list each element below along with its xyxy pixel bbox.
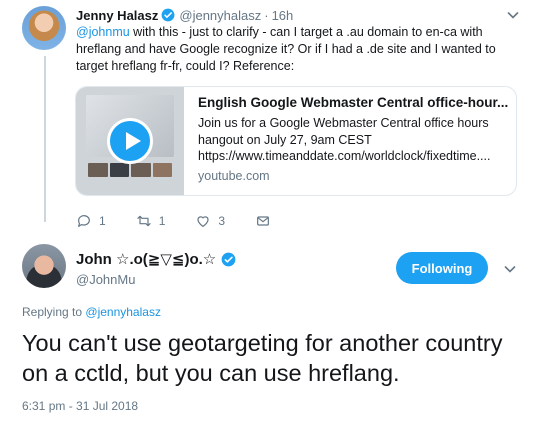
following-button[interactable]: Following bbox=[396, 252, 488, 284]
card-description: Join us for a Google Webmaster Central o… bbox=[198, 115, 510, 165]
retweet-count: 1 bbox=[158, 214, 166, 228]
chevron-down-icon[interactable] bbox=[503, 262, 517, 276]
thread-line bbox=[44, 56, 46, 222]
author-handle[interactable]: @JohnMu bbox=[76, 272, 135, 287]
direct-message-button[interactable] bbox=[255, 213, 278, 229]
tweet-body: with this - just to clarify - can I targ… bbox=[76, 25, 496, 73]
retweet-button[interactable]: 1 bbox=[136, 213, 166, 229]
tweet-timestamp[interactable]: 6:31 pm - 31 Jul 2018 bbox=[22, 399, 138, 413]
like-count: 3 bbox=[218, 214, 226, 228]
author-handle[interactable]: @jennyhalasz bbox=[179, 8, 261, 23]
video-thumbnail[interactable] bbox=[76, 87, 184, 195]
mention-link[interactable]: @johnmu bbox=[76, 25, 130, 39]
parent-tweet-header: Jenny Halasz @jennyhalasz · 16h bbox=[76, 6, 293, 24]
tweet-time[interactable]: 16h bbox=[272, 8, 294, 23]
author-name[interactable]: John ☆.o(≧▽≦)o.☆ bbox=[76, 250, 216, 268]
replying-to-prefix: Replying to bbox=[22, 305, 83, 319]
chevron-down-icon[interactable] bbox=[506, 8, 520, 22]
avatar[interactable] bbox=[22, 6, 66, 50]
avatar[interactable] bbox=[22, 244, 66, 288]
reply-button[interactable]: 1 bbox=[76, 213, 106, 229]
separator-dot: · bbox=[264, 7, 269, 23]
verified-icon bbox=[221, 252, 236, 266]
main-tweet-header: John ☆.o(≧▽≦)o.☆ bbox=[76, 250, 240, 268]
like-button[interactable]: 3 bbox=[195, 213, 225, 229]
main-tweet-text: You can't use geotargeting for another c… bbox=[22, 330, 503, 386]
thumbnail-participants bbox=[88, 163, 172, 177]
play-icon[interactable] bbox=[107, 118, 153, 164]
card-desc-line: hangout on July 27, 9am CEST bbox=[198, 132, 372, 147]
replying-to-handle[interactable]: @jennyhalasz bbox=[85, 305, 161, 319]
parent-tweet-text: @johnmu with this - just to clarify - ca… bbox=[76, 24, 516, 75]
like-icon bbox=[197, 216, 209, 227]
direct-message-icon bbox=[257, 216, 269, 226]
author-name[interactable]: Jenny Halasz bbox=[76, 8, 158, 23]
tweet-actions: 1 1 3 bbox=[76, 212, 308, 230]
card-domain: youtube.com bbox=[198, 169, 270, 183]
link-preview-card[interactable]: English Google Webmaster Central office-… bbox=[75, 86, 517, 196]
replying-to: Replying to @jennyhalasz bbox=[22, 305, 161, 319]
card-desc-line: https://www.timeanddate.com/worldclock/f… bbox=[198, 149, 491, 163]
reply-icon bbox=[78, 215, 90, 227]
card-title: English Google Webmaster Central office-… bbox=[198, 95, 509, 110]
card-desc-line: Join us for a Google Webmaster Central o… bbox=[198, 116, 489, 130]
verified-icon bbox=[161, 8, 175, 22]
reply-count: 1 bbox=[99, 214, 106, 228]
retweet-icon bbox=[137, 215, 151, 227]
